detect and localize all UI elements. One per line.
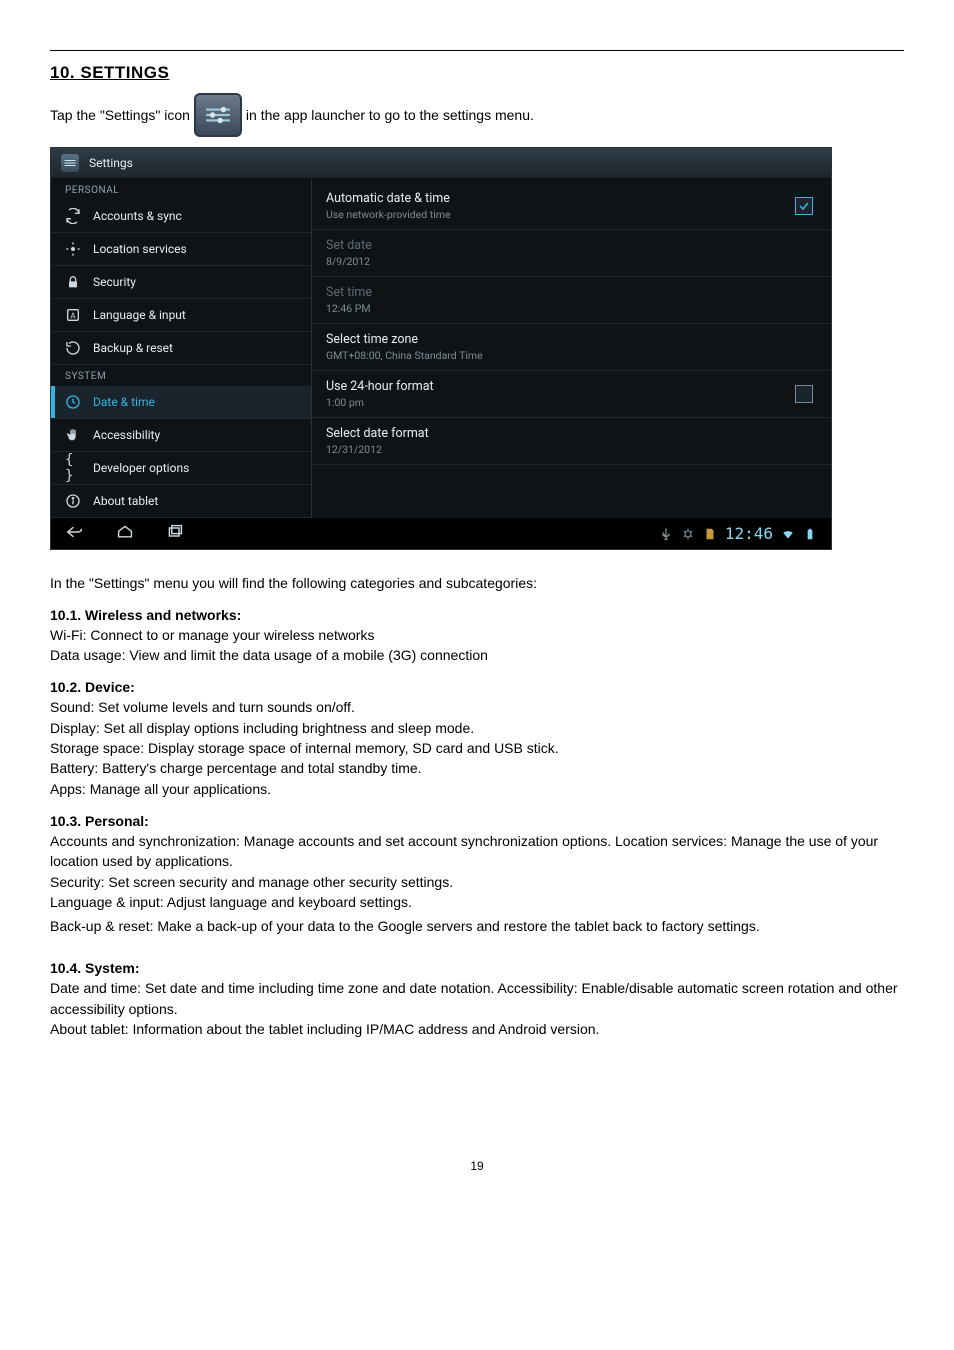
row-24h[interactable]: Use 24-hour format 1:00 pm <box>312 371 831 418</box>
sidebar-label: About tablet <box>93 494 158 508</box>
line: Display: Set all display options includi… <box>50 718 904 738</box>
recents-icon[interactable] <box>165 524 185 543</box>
row-subtitle: 8/9/2012 <box>326 255 372 268</box>
block-wireless: Wi-Fi: Connect to or manage your wireles… <box>50 625 904 666</box>
sidebar-item-security[interactable]: Security <box>51 266 311 299</box>
sub-personal: 10.3. Personal: <box>50 813 904 829</box>
sidebar-label: Security <box>93 275 136 289</box>
block-device: Sound: Set volume levels and turn sounds… <box>50 697 904 798</box>
sidebar-item-backup[interactable]: Backup & reset <box>51 332 311 365</box>
checkbox-on-icon[interactable] <box>795 197 813 215</box>
sub-wireless: 10.1. Wireless and networks: <box>50 607 904 623</box>
debug-icon <box>681 527 695 541</box>
sub-system: 10.4. System: <box>50 960 904 976</box>
usb-icon <box>659 527 673 541</box>
row-subtitle: 12/31/2012 <box>326 443 429 456</box>
info-icon <box>65 493 81 509</box>
braces-icon: { } <box>65 460 81 476</box>
line: Apps: Manage all your applications. <box>50 779 904 799</box>
sidebar-label: Accessibility <box>93 428 160 442</box>
sidebar-item-language[interactable]: A Language & input <box>51 299 311 332</box>
lock-icon <box>65 274 81 290</box>
settings-detail-pane: Automatic date & time Use network-provid… <box>312 179 831 518</box>
sidebar-item-accounts[interactable]: Accounts & sync <box>51 200 311 233</box>
backup-icon <box>65 340 81 356</box>
sidebar-label: Date & time <box>93 395 155 409</box>
sd-icon <box>703 527 717 541</box>
clock-icon <box>65 394 81 410</box>
sidebar-label: Backup & reset <box>93 341 173 355</box>
sidebar-item-location[interactable]: Location services <box>51 233 311 266</box>
settings-sidebar: PERSONAL Accounts & sync Location servic… <box>51 179 312 518</box>
line: Accounts and synchronization: Manage acc… <box>50 831 904 872</box>
row-title: Select date format <box>326 426 429 441</box>
after-screenshot-text: In the "Settings" menu you will find the… <box>50 574 904 593</box>
row-subtitle: Use network-provided time <box>326 208 451 221</box>
line: Battery: Battery's charge percentage and… <box>50 758 904 778</box>
sync-icon <box>65 208 81 224</box>
row-title: Use 24-hour format <box>326 379 434 394</box>
line: Wi-Fi: Connect to or manage your wireles… <box>50 625 904 645</box>
row-set-time: Set time 12:46 PM <box>312 277 831 324</box>
checkbox-off-icon[interactable] <box>795 385 813 403</box>
sidebar-label: Accounts & sync <box>93 209 182 223</box>
row-subtitle: 12:46 PM <box>326 302 372 315</box>
wifi-icon <box>781 527 795 541</box>
category-system: SYSTEM <box>51 365 311 386</box>
settings-screenshot: Settings PERSONAL Accounts & sync Locati… <box>50 147 832 550</box>
battery-icon <box>803 527 817 541</box>
titlebar-label: Settings <box>89 156 133 170</box>
line: Date and time: Set date and time includi… <box>50 978 904 1019</box>
sidebar-item-datetime[interactable]: Date & time <box>51 386 311 419</box>
row-title: Set date <box>326 238 372 253</box>
sidebar-item-accessibility[interactable]: Accessibility <box>51 419 311 452</box>
sidebar-label: Language & input <box>93 308 186 322</box>
line: Back-up & reset: Make a back-up of your … <box>50 916 904 936</box>
block-personal: Accounts and synchronization: Manage acc… <box>50 831 904 936</box>
status-time: 12:46 <box>725 524 773 543</box>
row-date-format[interactable]: Select date format 12/31/2012 <box>312 418 831 465</box>
line: Sound: Set volume levels and turn sounds… <box>50 697 904 717</box>
category-personal: PERSONAL <box>51 179 311 200</box>
row-subtitle: GMT+08:00, China Standard Time <box>326 349 483 362</box>
back-icon[interactable] <box>65 524 85 543</box>
row-auto-datetime[interactable]: Automatic date & time Use network-provid… <box>312 183 831 230</box>
intro-before: Tap the "Settings" icon <box>50 107 190 123</box>
line: Data usage: View and limit the data usag… <box>50 645 904 665</box>
row-subtitle: 1:00 pm <box>326 396 434 409</box>
home-icon[interactable] <box>115 524 135 543</box>
hand-icon <box>65 427 81 443</box>
line: About tablet: Information about the tabl… <box>50 1019 904 1039</box>
line: Storage space: Display storage space of … <box>50 738 904 758</box>
intro-after: in the app launcher to go to the setting… <box>246 107 534 123</box>
intro-line: Tap the "Settings" icon in the app launc… <box>50 93 904 137</box>
row-timezone[interactable]: Select time zone GMT+08:00, China Standa… <box>312 324 831 371</box>
svg-text:A: A <box>70 311 76 320</box>
row-set-date: Set date 8/9/2012 <box>312 230 831 277</box>
sidebar-item-developer[interactable]: { } Developer options <box>51 452 311 485</box>
line: Security: Set screen security and manage… <box>50 872 904 892</box>
titlebar: Settings <box>51 148 831 179</box>
sidebar-item-about[interactable]: About tablet <box>51 485 311 518</box>
section-heading: 10. SETTINGS <box>50 63 904 83</box>
page-number: 19 <box>50 1159 904 1173</box>
location-icon <box>65 241 81 257</box>
line: Language & input: Adjust language and ke… <box>50 892 904 912</box>
language-icon: A <box>65 307 81 323</box>
settings-mini-icon <box>61 154 79 172</box>
sub-device: 10.2. Device: <box>50 679 904 695</box>
block-system: Date and time: Set date and time includi… <box>50 978 904 1039</box>
system-navbar: 12:46 <box>51 518 831 549</box>
sidebar-label: Location services <box>93 242 187 256</box>
row-title: Set time <box>326 285 372 300</box>
row-title: Automatic date & time <box>326 191 451 206</box>
sidebar-label: Developer options <box>93 461 189 475</box>
settings-app-icon <box>194 93 242 137</box>
row-title: Select time zone <box>326 332 483 347</box>
